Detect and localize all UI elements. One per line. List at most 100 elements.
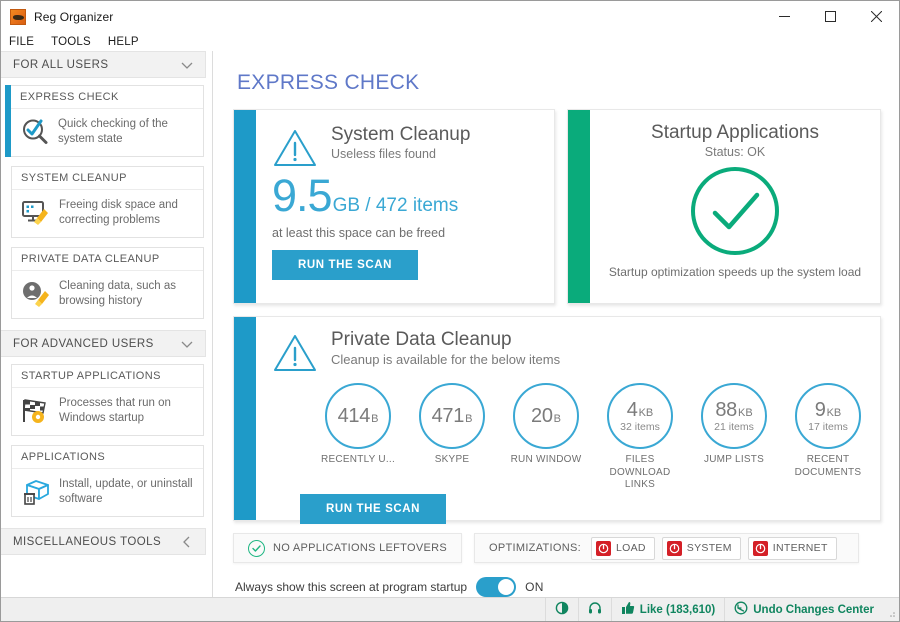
footer-pill-row: NO APPLICATIONS LEFTOVERS OPTIMIZATIONS:… [233,533,881,563]
sidebar-group-for-advanced-users[interactable]: FOR ADVANCED USERS [1,330,206,357]
sidebar-item-express-check[interactable]: EXPRESS CHECK Quick checking of the syst… [5,85,204,157]
resize-grip-icon[interactable] [883,598,899,621]
close-icon[interactable] [853,1,899,32]
private-data-cleanup-subtitle: Cleanup is available for the below items [331,351,561,367]
system-cleanup-card[interactable]: System Cleanup Useless files found 9.5 G… [233,109,555,304]
sidebar-item-system-cleanup[interactable]: SYSTEM CLEANUP Freeing disk space and co… [11,166,204,238]
private-data-run-scan-button[interactable]: RUN THE SCAN [300,493,447,524]
status-undo-changes-center-button[interactable]: Undo Changes Center [724,598,883,621]
startup-applications-footer: Startup optimization speeds up the syste… [608,264,862,279]
private-data-circle[interactable]: 88 KB 21 items JUMP LISTS [692,383,776,492]
user-broom-icon [21,279,51,309]
sidebar-item-private-data-cleanup[interactable]: PRIVATE DATA CLEANUP Cleaning data, such… [11,247,204,319]
private-data-circle[interactable]: 9 KB 17 items RECENT DOCUMENTS [786,383,870,492]
sidebar-group-items-0: EXPRESS CHECK Quick checking of the syst… [1,78,212,330]
check-circle-icon [248,539,265,557]
circle-unit: KB [638,407,654,419]
system-cleanup-run-scan-button[interactable]: RUN THE SCAN [272,250,419,280]
circle-value: 4 [626,399,638,421]
menu-item-file[interactable]: FILE [9,36,43,48]
optimization-button-internet[interactable]: INTERNET [747,536,837,560]
sidebar-item-desc: Cleaning data, such as browsing history [59,280,176,307]
checkered-flag-gear-icon [21,396,51,426]
sidebar-group-items-1: STARTUP APPLICATIONS Processes that run … [1,357,212,528]
circle-gauge: 20 B [513,383,579,449]
sidebar-group-miscellaneous-tools[interactable]: MISCELLANEOUS TOOLS [1,528,206,555]
no-applications-leftovers-pill[interactable]: NO APPLICATIONS LEFTOVERS [233,533,462,563]
circle-value: 88 [715,399,737,421]
private-data-cleanup-card[interactable]: Private Data Cleanup Cleanup is availabl… [233,316,881,524]
startup-applications-status: Status: OK [704,144,766,159]
private-data-circle[interactable]: 471 B SKYPE [410,383,494,492]
sidebar-item-title: STARTUP APPLICATIONS [12,365,203,388]
title-bar: Reg Organizer [1,1,899,32]
startup-toggle-label: Always show this screen at program start… [235,580,468,594]
circle-label: FILES DOWNLOAD LINKS [609,454,671,490]
system-cleanup-value: 9.5 GB / 472 items [272,173,540,218]
circle-gauge: 471 B [419,383,485,449]
private-data-circle[interactable]: 4 KB 32 items FILES DOWNLOAD LINKS [598,383,682,492]
system-cleanup-number: 9.5 [272,170,333,221]
circle-gauge: 9 KB 17 items [795,383,861,449]
system-cleanup-title: System Cleanup [331,124,471,145]
circle-label: SKYPE [434,454,470,465]
private-data-circle[interactable]: 414 B RECENTLY U... [316,383,400,492]
chevron-left-icon[interactable] [179,534,195,550]
leftovers-label: NO APPLICATIONS LEFTOVERS [273,542,447,554]
monitor-broom-icon [21,198,51,228]
sidebar-group-for-all-users[interactable]: FOR ALL USERS [1,51,206,78]
menu-bar: FILE TOOLS HELP [1,32,899,51]
startup-toggle-row: Always show this screen at program start… [233,577,881,597]
sidebar-item-applications[interactable]: APPLICATIONS Install, update, or uninsta… [11,445,204,517]
system-cleanup-subtitle: Useless files found [331,146,436,161]
power-icon [752,540,768,556]
sidebar-item-title: PRIVATE DATA CLEANUP [12,248,203,271]
body: FOR ALL USERS EXPRESS CHECK Quick checki… [1,51,899,597]
sidebar-item-desc: Quick checking of the system state [58,118,168,145]
sidebar-item-startup-applications[interactable]: STARTUP APPLICATIONS Processes that run … [11,364,204,436]
startup-toggle-switch[interactable] [476,577,517,597]
undo-circle-icon [734,601,748,618]
circle-items: 21 items [714,421,754,433]
status-like-label: Like (183,610) [639,603,716,616]
chevron-down-icon[interactable] [179,336,195,352]
app-window: Reg Organizer FILE TOOLS HELP FOR ALL US… [0,0,900,622]
circle-gauge: 88 KB 21 items [701,383,767,449]
optimization-button-load[interactable]: LOAD [590,536,655,560]
sidebar-item-title: APPLICATIONS [12,446,203,469]
circle-unit: B [371,413,379,425]
circle-label: RUN WINDOW [510,454,582,465]
power-icon [595,540,611,556]
startup-applications-card[interactable]: Startup Applications Status: OK Startup … [567,109,881,304]
sidebar-group-label: FOR ADVANCED USERS [13,337,154,350]
status-contrast-button[interactable] [544,598,578,621]
main-content: EXPRESS CHECK System Cleanup Useless fil… [213,51,899,597]
card-accent-bar [568,110,590,303]
optimization-button-label: LOAD [615,542,646,554]
sidebar-item-desc: Processes that run on Windows startup [59,397,171,424]
circle-value: 471 [431,405,465,427]
status-support-button[interactable] [577,598,611,621]
chevron-down-icon[interactable] [179,57,195,73]
minimize-icon[interactable] [761,1,807,32]
private-data-circle[interactable]: 20 B RUN WINDOW [504,383,588,492]
sidebar: FOR ALL USERS EXPRESS CHECK Quick checki… [1,51,213,597]
warning-triangle-icon [272,127,318,169]
sidebar-item-desc: Install, update, or uninstall software [59,478,193,505]
circle-value: 9 [814,399,826,421]
circle-value: 414 [337,405,371,427]
menu-item-tools[interactable]: TOOLS [51,36,100,48]
top-card-row: System Cleanup Useless files found 9.5 G… [233,109,881,304]
circle-unit: B [553,413,561,425]
circle-unit: KB [826,407,842,419]
status-like-button[interactable]: Like (183,610) [610,598,724,621]
circle-items: 17 items [808,421,848,433]
sidebar-item-desc: Freeing disk space and correcting proble… [59,199,178,226]
private-data-circle-list: 414 B RECENTLY U... 471 B SKYPE 20 B RUN… [272,383,870,492]
sidebar-group-label: MISCELLANEOUS TOOLS [13,535,162,548]
maximize-icon[interactable] [807,1,853,32]
optimization-button-system[interactable]: SYSTEM [661,536,741,560]
menu-item-help[interactable]: HELP [108,36,148,48]
circle-label: JUMP LISTS [703,454,765,465]
startup-applications-title: Startup Applications [651,122,819,143]
